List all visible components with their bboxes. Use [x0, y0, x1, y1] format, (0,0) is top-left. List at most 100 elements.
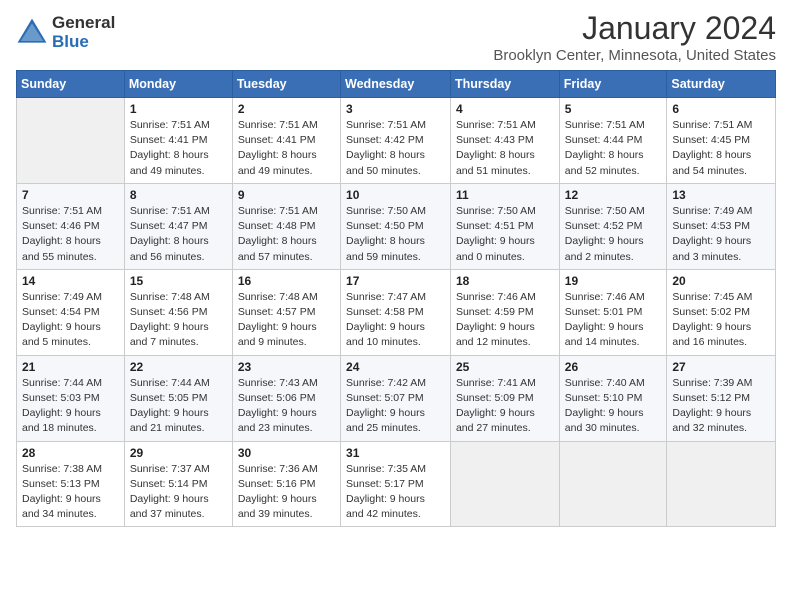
day-info: Sunrise: 7:46 AMSunset: 4:59 PMDaylight:… — [456, 290, 554, 351]
day-number: 2 — [238, 102, 335, 116]
day-number: 14 — [22, 274, 119, 288]
calendar-day-cell: 16 Sunrise: 7:48 AMSunset: 4:57 PMDayligh… — [232, 269, 340, 355]
weekday-header: Saturday — [667, 71, 776, 98]
day-number: 16 — [238, 274, 335, 288]
day-info: Sunrise: 7:51 AMSunset: 4:43 PMDaylight:… — [456, 118, 554, 179]
day-number: 12 — [565, 188, 662, 202]
calendar-day-cell: 2 Sunrise: 7:51 AMSunset: 4:41 PMDaylight… — [232, 98, 340, 184]
day-number: 1 — [130, 102, 227, 116]
day-info: Sunrise: 7:44 AMSunset: 5:05 PMDaylight:… — [130, 376, 227, 437]
day-info: Sunrise: 7:49 AMSunset: 4:54 PMDaylight:… — [22, 290, 119, 351]
day-info: Sunrise: 7:51 AMSunset: 4:45 PMDaylight:… — [672, 118, 770, 179]
calendar-week-row: 7 Sunrise: 7:51 AMSunset: 4:46 PMDaylight… — [17, 183, 776, 269]
calendar-day-cell: 24 Sunrise: 7:42 AMSunset: 5:07 PMDayligh… — [341, 355, 451, 441]
calendar-day-cell: 12 Sunrise: 7:50 AMSunset: 4:52 PMDayligh… — [559, 183, 667, 269]
day-number: 22 — [130, 360, 227, 374]
day-info: Sunrise: 7:50 AMSunset: 4:50 PMDaylight:… — [346, 204, 445, 265]
day-info: Sunrise: 7:38 AMSunset: 5:13 PMDaylight:… — [22, 462, 119, 523]
day-info: Sunrise: 7:50 AMSunset: 4:52 PMDaylight:… — [565, 204, 662, 265]
day-number: 29 — [130, 446, 227, 460]
day-info: Sunrise: 7:49 AMSunset: 4:53 PMDaylight:… — [672, 204, 770, 265]
day-info: Sunrise: 7:46 AMSunset: 5:01 PMDaylight:… — [565, 290, 662, 351]
day-info: Sunrise: 7:37 AMSunset: 5:14 PMDaylight:… — [130, 462, 227, 523]
calendar-week-row: 1 Sunrise: 7:51 AMSunset: 4:41 PMDaylight… — [17, 98, 776, 184]
calendar-day-cell — [17, 98, 125, 184]
calendar-table: SundayMondayTuesdayWednesdayThursdayFrid… — [16, 70, 776, 527]
day-number: 17 — [346, 274, 445, 288]
day-number: 31 — [346, 446, 445, 460]
day-info: Sunrise: 7:39 AMSunset: 5:12 PMDaylight:… — [672, 376, 770, 437]
day-info: Sunrise: 7:47 AMSunset: 4:58 PMDaylight:… — [346, 290, 445, 351]
logo-general-text: General — [52, 14, 115, 33]
day-number: 24 — [346, 360, 445, 374]
calendar-day-cell: 4 Sunrise: 7:51 AMSunset: 4:43 PMDaylight… — [450, 98, 559, 184]
day-info: Sunrise: 7:51 AMSunset: 4:47 PMDaylight:… — [130, 204, 227, 265]
day-number: 3 — [346, 102, 445, 116]
calendar-day-cell: 7 Sunrise: 7:51 AMSunset: 4:46 PMDaylight… — [17, 183, 125, 269]
calendar-day-cell: 10 Sunrise: 7:50 AMSunset: 4:50 PMDayligh… — [341, 183, 451, 269]
weekday-header: Friday — [559, 71, 667, 98]
calendar-week-row: 28Sunrise: 7:38 AMSunset: 5:13 PMDayligh… — [17, 441, 776, 527]
weekday-header: Wednesday — [341, 71, 451, 98]
calendar-day-cell: 22 Sunrise: 7:44 AMSunset: 5:05 PMDayligh… — [124, 355, 232, 441]
calendar-day-cell: 8 Sunrise: 7:51 AMSunset: 4:47 PMDaylight… — [124, 183, 232, 269]
header: General Blue January 2024 Brooklyn Cente… — [16, 10, 776, 64]
day-number: 5 — [565, 102, 662, 116]
day-info: Sunrise: 7:50 AMSunset: 4:51 PMDaylight:… — [456, 204, 554, 265]
day-info: Sunrise: 7:51 AMSunset: 4:41 PMDaylight:… — [130, 118, 227, 179]
day-number: 8 — [130, 188, 227, 202]
day-info: Sunrise: 7:48 AMSunset: 4:57 PMDaylight:… — [238, 290, 335, 351]
calendar-day-cell: 6 Sunrise: 7:51 AMSunset: 4:45 PMDaylight… — [667, 98, 776, 184]
day-number: 23 — [238, 360, 335, 374]
weekday-header: Thursday — [450, 71, 559, 98]
day-number: 4 — [456, 102, 554, 116]
calendar-day-cell — [559, 441, 667, 527]
day-number: 20 — [672, 274, 770, 288]
day-info: Sunrise: 7:42 AMSunset: 5:07 PMDaylight:… — [346, 376, 445, 437]
calendar-week-row: 21Sunrise: 7:44 AMSunset: 5:03 PMDayligh… — [17, 355, 776, 441]
day-number: 11 — [456, 188, 554, 202]
day-info: Sunrise: 7:51 AMSunset: 4:41 PMDaylight:… — [238, 118, 335, 179]
calendar-week-row: 14 Sunrise: 7:49 AMSunset: 4:54 PMDayligh… — [17, 269, 776, 355]
calendar-day-cell: 29 Sunrise: 7:37 AMSunset: 5:14 PMDayligh… — [124, 441, 232, 527]
day-number: 7 — [22, 188, 119, 202]
calendar-day-cell: 11 Sunrise: 7:50 AMSunset: 4:51 PMDayligh… — [450, 183, 559, 269]
calendar-day-cell: 17 Sunrise: 7:47 AMSunset: 4:58 PMDayligh… — [341, 269, 451, 355]
day-number: 13 — [672, 188, 770, 202]
day-number: 30 — [238, 446, 335, 460]
day-info: Sunrise: 7:51 AMSunset: 4:44 PMDaylight:… — [565, 118, 662, 179]
calendar-day-cell — [450, 441, 559, 527]
day-number: 21 — [22, 360, 119, 374]
calendar-day-cell: 13 Sunrise: 7:49 AMSunset: 4:53 PMDayligh… — [667, 183, 776, 269]
day-number: 25 — [456, 360, 554, 374]
weekday-header: Sunday — [17, 71, 125, 98]
day-number: 6 — [672, 102, 770, 116]
title-area: January 2024 Brooklyn Center, Minnesota,… — [493, 10, 776, 64]
day-number: 19 — [565, 274, 662, 288]
day-info: Sunrise: 7:45 AMSunset: 5:02 PMDaylight:… — [672, 290, 770, 351]
calendar-day-cell: 30Sunrise: 7:36 AMSunset: 5:16 PMDayligh… — [232, 441, 340, 527]
day-info: Sunrise: 7:35 AMSunset: 5:17 PMDaylight:… — [346, 462, 445, 523]
calendar-day-cell: 27Sunrise: 7:39 AMSunset: 5:12 PMDayligh… — [667, 355, 776, 441]
day-number: 18 — [456, 274, 554, 288]
calendar-day-cell: 18 Sunrise: 7:46 AMSunset: 4:59 PMDayligh… — [450, 269, 559, 355]
logo-icon — [16, 17, 48, 49]
calendar-day-cell: 28Sunrise: 7:38 AMSunset: 5:13 PMDayligh… — [17, 441, 125, 527]
logo: General Blue — [16, 14, 115, 51]
calendar-day-cell: 15Sunrise: 7:48 AMSunset: 4:56 PMDayligh… — [124, 269, 232, 355]
location-title: Brooklyn Center, Minnesota, United State… — [493, 47, 776, 64]
calendar-day-cell: 14 Sunrise: 7:49 AMSunset: 4:54 PMDayligh… — [17, 269, 125, 355]
calendar-day-cell: 26Sunrise: 7:40 AMSunset: 5:10 PMDayligh… — [559, 355, 667, 441]
day-info: Sunrise: 7:51 AMSunset: 4:48 PMDaylight:… — [238, 204, 335, 265]
calendar-day-cell: 9Sunrise: 7:51 AMSunset: 4:48 PMDaylight… — [232, 183, 340, 269]
day-info: Sunrise: 7:48 AMSunset: 4:56 PMDaylight:… — [130, 290, 227, 351]
calendar-day-cell: 1 Sunrise: 7:51 AMSunset: 4:41 PMDaylight… — [124, 98, 232, 184]
calendar-day-cell: 31 Sunrise: 7:35 AMSunset: 5:17 PMDayligh… — [341, 441, 451, 527]
day-info: Sunrise: 7:40 AMSunset: 5:10 PMDaylight:… — [565, 376, 662, 437]
calendar-day-cell: 20 Sunrise: 7:45 AMSunset: 5:02 PMDayligh… — [667, 269, 776, 355]
calendar-day-cell: 21Sunrise: 7:44 AMSunset: 5:03 PMDayligh… — [17, 355, 125, 441]
day-info: Sunrise: 7:51 AMSunset: 4:46 PMDaylight:… — [22, 204, 119, 265]
calendar-day-cell: 5 Sunrise: 7:51 AMSunset: 4:44 PMDaylight… — [559, 98, 667, 184]
day-number: 10 — [346, 188, 445, 202]
weekday-header: Tuesday — [232, 71, 340, 98]
